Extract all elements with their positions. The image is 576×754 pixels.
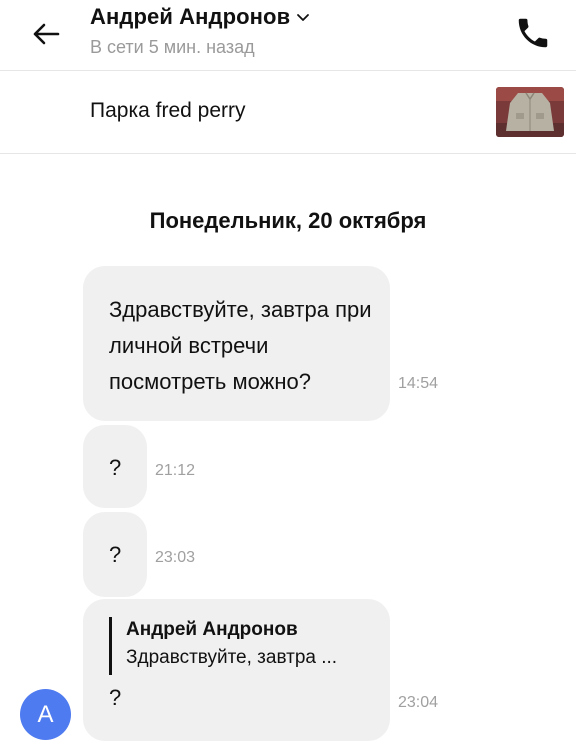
date-divider: Понедельник, 20 октября <box>149 208 427 233</box>
chat-header: Андрей Андронов В сети 5 мин. назад <box>0 0 576 71</box>
message-bubble[interactable]: Здравствуйте, завтра при личной встречи … <box>83 266 390 421</box>
back-arrow-icon <box>33 23 60 45</box>
online-status: В сети 5 мин. назад <box>90 37 255 57</box>
phone-icon <box>518 18 548 48</box>
message-time: 21:12 <box>155 462 196 479</box>
listing-bar[interactable]: Парка fred perry <box>0 71 576 154</box>
call-button[interactable] <box>514 14 552 52</box>
reply-quote[interactable]: Андрей Андронов Здравствуйте, завтра ... <box>109 617 337 675</box>
back-button[interactable] <box>30 18 62 50</box>
avatar-initial: А <box>37 700 54 728</box>
listing-thumbnail[interactable] <box>496 87 564 137</box>
contact-name-dropdown[interactable]: Андрей Андронов <box>90 4 310 30</box>
quote-author: Андрей Андронов <box>126 619 298 640</box>
message-bubble[interactable]: ? <box>83 512 147 597</box>
message-time: 23:04 <box>398 694 439 711</box>
message-time: 23:03 <box>155 549 196 566</box>
listing-title: Парка fred perry <box>90 99 246 122</box>
message-time: 14:54 <box>398 375 439 392</box>
message-text: ? <box>109 685 122 710</box>
avatar[interactable]: А <box>20 689 71 740</box>
quote-text: Здравствуйте, завтра ... <box>126 647 338 668</box>
message-text: ? <box>109 455 122 480</box>
message-bubble[interactable]: ? <box>83 425 147 508</box>
message-text: ? <box>109 542 122 567</box>
message-text: Здравствуйте, завтра при личной встречи … <box>109 297 372 394</box>
contact-name: Андрей Андронов <box>90 4 291 29</box>
chevron-down-icon <box>297 14 310 21</box>
message-bubble[interactable]: Андрей Андронов Здравствуйте, завтра ...… <box>83 599 390 741</box>
